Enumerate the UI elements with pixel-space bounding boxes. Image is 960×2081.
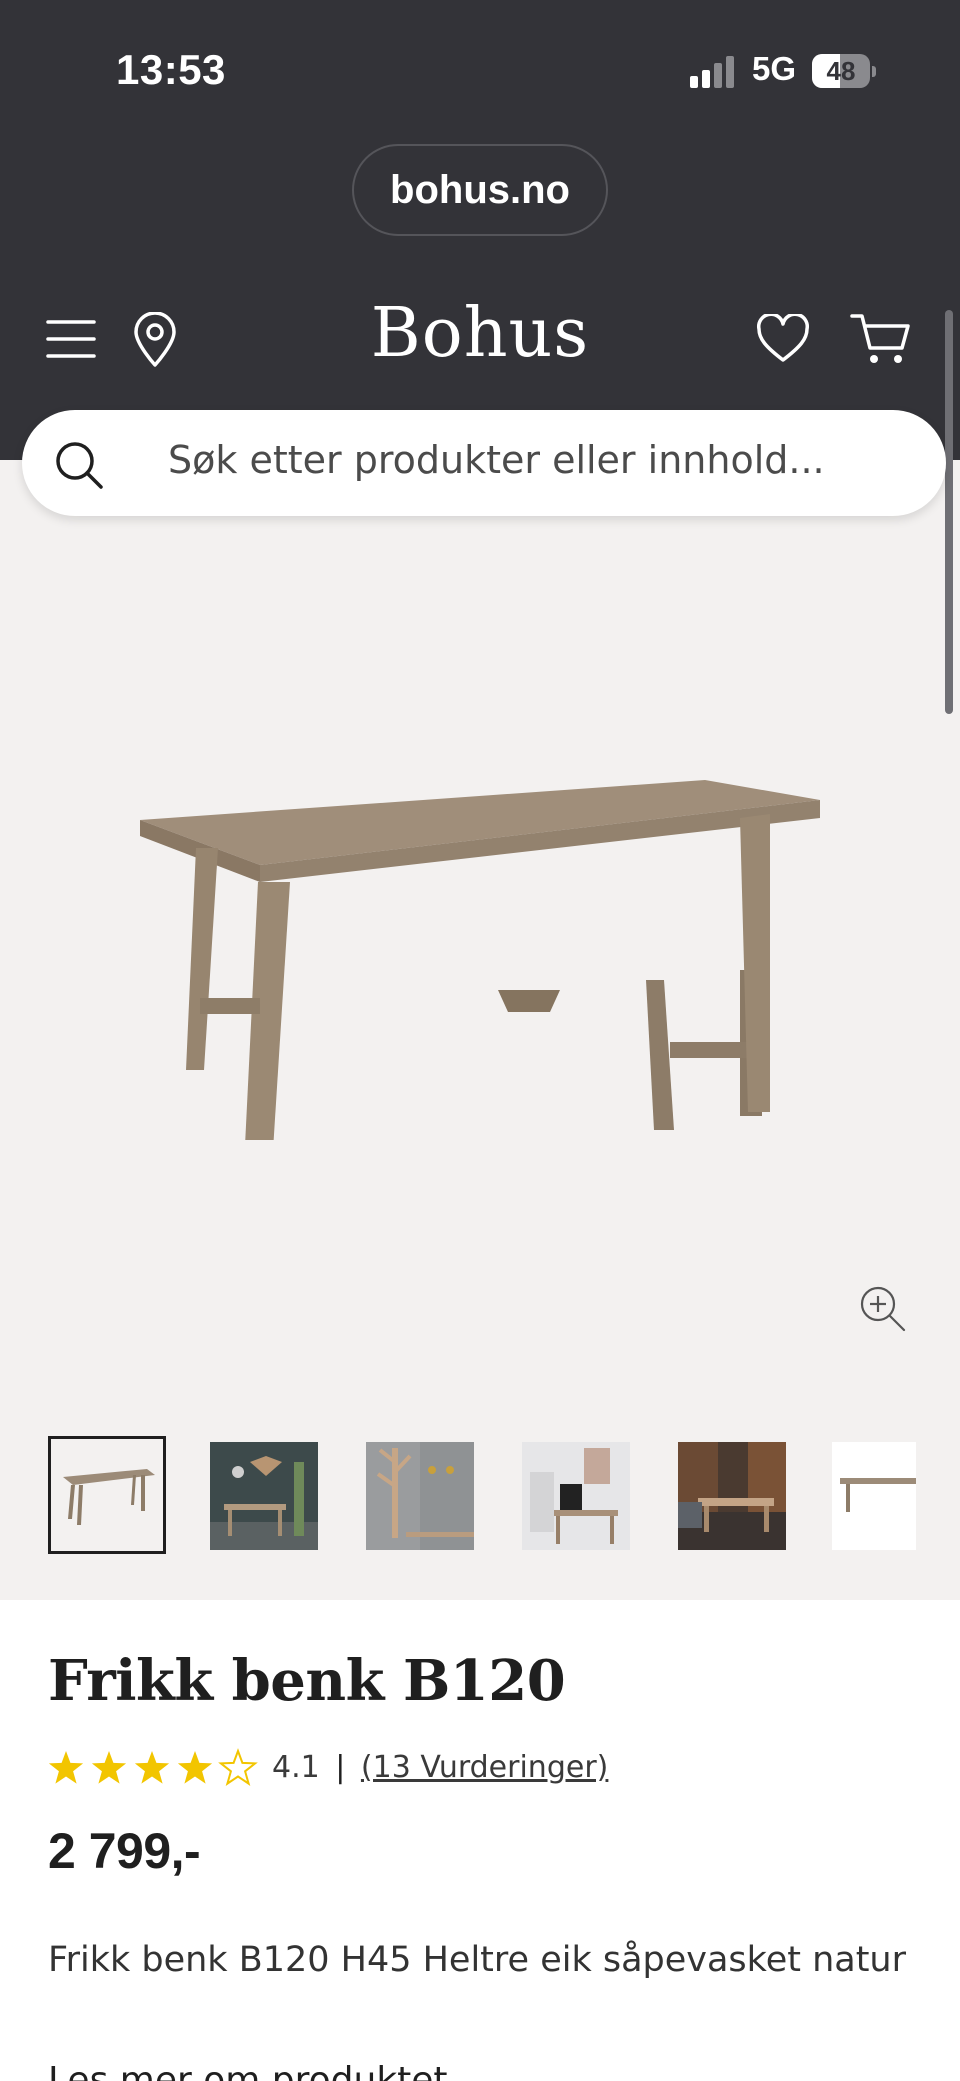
thumbnail-6[interactable] (832, 1442, 916, 1550)
wishlist-heart-icon[interactable] (756, 314, 810, 364)
product-image[interactable] (120, 760, 840, 1140)
star-1 (48, 1751, 84, 1784)
network-label: 5G (752, 50, 797, 87)
menu-icon[interactable] (46, 318, 96, 360)
cart-icon[interactable] (850, 312, 912, 366)
thumbnail-3[interactable] (366, 1442, 474, 1550)
thumbnail-2[interactable] (210, 1442, 318, 1550)
status-time: 13:53 (116, 46, 226, 93)
star-5 (218, 1748, 258, 1786)
star-4 (177, 1751, 213, 1784)
location-pin-icon[interactable] (132, 312, 178, 368)
thumbnail-4[interactable] (522, 1442, 630, 1550)
product-price: 2 799,- (48, 1823, 201, 1879)
search-input[interactable]: Søk etter produkter eller innhold... (168, 438, 825, 482)
reviews-link[interactable]: (13 Vurderinger) (361, 1750, 608, 1785)
thumbnail-1[interactable] (48, 1436, 166, 1554)
top-header: 13:53 5G 48 bohus.no Bohus (0, 0, 960, 460)
rating-summary: 4.1 | (13 Vurderinger) (272, 1750, 608, 1785)
battery-level: 48 (826, 56, 856, 86)
search-icon[interactable] (54, 440, 104, 490)
product-description: Frikk benk B120 H45 Heltre eik såpevaske… (48, 1940, 906, 1980)
zoom-in-icon[interactable] (858, 1284, 906, 1332)
rating-value: 4.1 (272, 1750, 320, 1785)
thumbnail-5[interactable] (678, 1442, 786, 1550)
star-3 (134, 1751, 170, 1784)
bohus-logo[interactable]: Bohus (330, 294, 630, 373)
product-title: Frikk benk B120 (48, 1648, 566, 1714)
signal-icon (690, 56, 734, 88)
rating-stars (48, 1748, 258, 1786)
search-bar[interactable]: Søk etter produkter eller innhold... (22, 410, 946, 516)
url-bar[interactable]: bohus.no (352, 144, 608, 236)
read-more-heading[interactable]: Les mer om produktet (48, 2060, 448, 2081)
thumbnail-strip (0, 1436, 960, 1554)
product-gallery (0, 460, 960, 1600)
page-scrollbar[interactable] (945, 310, 953, 714)
rating-separator: | (335, 1750, 346, 1785)
star-2 (91, 1751, 127, 1784)
battery-icon: 48 (812, 54, 876, 88)
